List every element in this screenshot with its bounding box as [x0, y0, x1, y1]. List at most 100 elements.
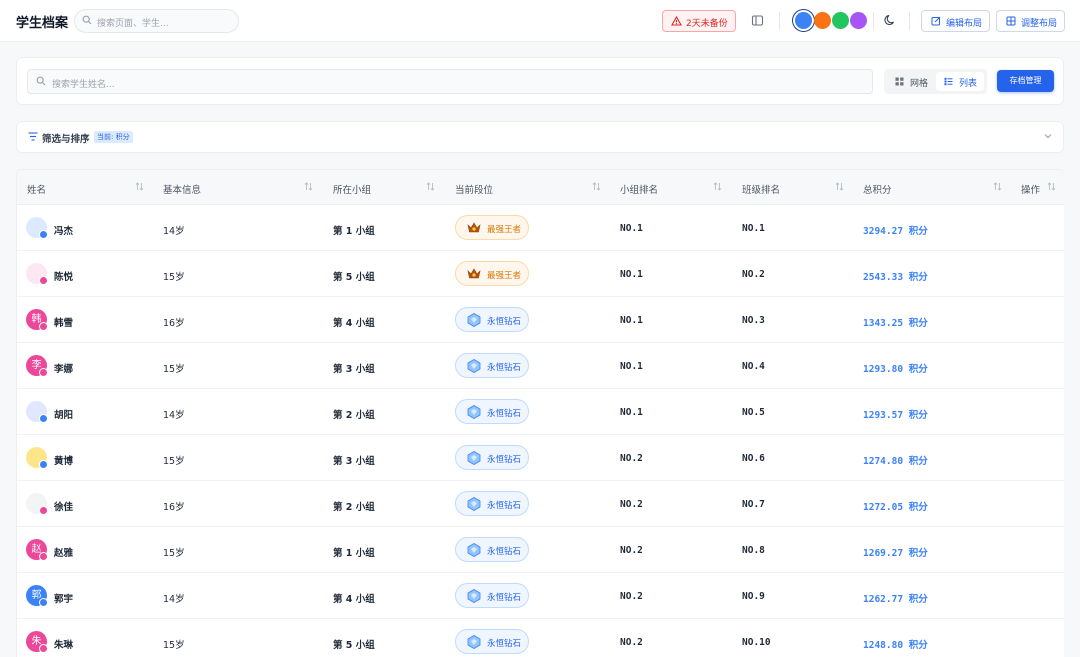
rank-tier-badge: 永恒钻石	[455, 307, 529, 332]
adjust-layout-button[interactable]: 调整布局	[996, 10, 1065, 32]
student-name: 黄博	[54, 456, 74, 467]
divider	[909, 12, 910, 30]
sidebar-toggle-icon[interactable]	[751, 14, 764, 27]
backup-warning-badge[interactable]: 2天未备份	[662, 10, 736, 32]
student-age: 14岁	[163, 410, 185, 421]
diamond-tier-icon	[467, 543, 481, 557]
view-grid-option[interactable]: 网格	[887, 72, 935, 91]
table-row[interactable]: 赵赵雅 15岁第 1 小组 NO.2 NO.8 1269.27 积分 永恒钻石	[17, 527, 1064, 573]
grid-icon	[895, 77, 904, 86]
student-name: 胡阳	[54, 410, 74, 421]
gender-icon	[39, 368, 48, 377]
column-header[interactable]: 操作	[1021, 182, 1040, 196]
total-score: 1274.80 积分	[863, 456, 928, 467]
student-name: 冯杰	[54, 226, 74, 237]
student-group: 第 1 小组	[333, 226, 375, 237]
student-name: 徐佳	[54, 502, 74, 513]
gender-icon	[39, 598, 48, 607]
column-header[interactable]: 小组排名	[620, 182, 658, 196]
theme-color-swatch[interactable]	[795, 12, 812, 29]
total-score: 3294.27 积分	[863, 226, 928, 237]
column-header[interactable]: 总积分	[863, 182, 892, 196]
sort-icon[interactable]	[1047, 182, 1056, 191]
rank-tier-badge: 永恒钻石	[455, 583, 529, 608]
rank-tier-label: 永恒钻石	[487, 409, 522, 419]
edit-layout-label: 编辑布局	[946, 19, 983, 29]
filter-card[interactable]	[16, 121, 1064, 153]
student-age: 15岁	[163, 456, 185, 467]
table-row[interactable]: 朱朱琳 15岁第 5 小组 NO.2 NO.10 1248.80 积分 永恒钻石	[17, 619, 1064, 657]
total-score: 1293.57 积分	[863, 410, 928, 421]
student-group: 第 4 小组	[333, 594, 375, 605]
group-rank: NO.1	[620, 269, 643, 280]
table-row[interactable]: 陈悦 15岁 第 5 小组 NO.1 NO.2 2543.33 积分 最强王者	[17, 251, 1064, 297]
sort-icon[interactable]	[135, 182, 144, 191]
student-group: 第 4 小组	[333, 318, 375, 329]
column-header[interactable]: 班级排名	[742, 182, 780, 196]
rank-tier-label: 最强王者	[487, 225, 522, 235]
student-group: 第 1 小组	[333, 548, 375, 559]
gender-icon	[39, 276, 48, 285]
student-age: 14岁	[163, 226, 185, 237]
class-rank: NO.10	[742, 637, 771, 648]
group-rank: NO.2	[620, 637, 643, 648]
gender-icon	[39, 230, 48, 239]
total-score: 1248.80 积分	[863, 640, 928, 651]
sort-icon[interactable]	[426, 182, 435, 191]
page-title: 学生档案	[16, 16, 69, 31]
sort-icon[interactable]	[592, 182, 601, 191]
table-row[interactable]: 黄博 15岁 第 3 小组 NO.2 NO.6 1274.80 积分 永恒钻石	[17, 435, 1064, 481]
table-row[interactable]: 李李娜 15岁第 3 小组 NO.1 NO.4 1293.80 积分 永恒钻石	[17, 343, 1064, 389]
table-row[interactable]: 徐佳 16岁 第 2 小组 NO.2 NO.7 1272.05 积分 永恒钻石	[17, 481, 1064, 527]
student-name: 陈悦	[54, 272, 74, 283]
student-age: 14岁	[163, 594, 185, 605]
divider	[779, 12, 780, 30]
chevron-down-icon[interactable]	[1043, 131, 1053, 141]
table-row[interactable]: 韩韩雪 16岁第 4 小组 NO.1 NO.3 1343.25 积分 永恒钻石	[17, 297, 1064, 343]
dark-mode-icon[interactable]	[883, 13, 897, 27]
group-rank: NO.1	[620, 315, 643, 326]
sort-icon[interactable]	[835, 182, 844, 191]
gender-icon	[39, 644, 48, 653]
column-header[interactable]: 姓名	[27, 182, 46, 196]
column-header[interactable]: 基本信息	[163, 182, 201, 196]
search-icon	[36, 76, 46, 86]
class-rank: NO.5	[742, 407, 765, 418]
class-rank: NO.4	[742, 361, 765, 372]
rank-tier-label: 永恒钻石	[487, 455, 522, 465]
view-list-option[interactable]: 列表	[936, 72, 984, 91]
edit-layout-button[interactable]: 编辑布局	[921, 10, 990, 32]
table-header: 姓名 基本信息 所在小组 当前段位 小组排名 班级排名 总积分 操作	[17, 170, 1064, 205]
gender-icon	[39, 414, 48, 423]
total-score: 1343.25 积分	[863, 318, 928, 329]
total-score: 1293.80 积分	[863, 364, 928, 375]
group-rank: NO.2	[620, 453, 643, 464]
list-icon	[944, 77, 953, 86]
gender-icon	[39, 506, 48, 515]
sort-icon[interactable]	[713, 182, 722, 191]
rank-tier-label: 永恒钻石	[487, 639, 522, 649]
column-header[interactable]: 所在小组	[333, 182, 371, 196]
theme-color-swatch[interactable]	[850, 12, 867, 29]
view-grid-label: 网格	[910, 79, 929, 89]
column-header[interactable]: 当前段位	[455, 182, 493, 196]
view-list-label: 列表	[959, 79, 978, 89]
table-row[interactable]: 胡阳 14岁 第 2 小组 NO.1 NO.5 1293.57 积分 永恒钻石	[17, 389, 1064, 435]
student-group: 第 5 小组	[333, 272, 375, 283]
view-mode-toggle: 网格 列表	[884, 69, 987, 94]
theme-color-swatch[interactable]	[814, 12, 831, 29]
sort-icon[interactable]	[993, 182, 1002, 191]
sort-icon[interactable]	[304, 182, 313, 191]
table-row[interactable]: 郭郭宇 14岁第 4 小组 NO.2 NO.9 1262.77 积分 永恒钻石	[17, 573, 1064, 619]
rank-tier-label: 永恒钻石	[487, 593, 522, 603]
class-rank: NO.6	[742, 453, 765, 464]
table-row[interactable]: 冯杰 14岁 第 1 小组 NO.1 NO.1 3294.27 积分 最强王者	[17, 205, 1064, 251]
student-search-input[interactable]: 搜索学生姓名...	[27, 69, 873, 94]
gender-icon	[39, 552, 48, 561]
student-group: 第 3 小组	[333, 364, 375, 375]
adjust-layout-label: 调整布局	[1021, 19, 1058, 29]
global-search-input[interactable]: 搜索页面、学生...	[74, 9, 239, 33]
group-rank: NO.1	[620, 407, 643, 418]
theme-color-swatch[interactable]	[832, 12, 849, 29]
archive-management-button[interactable]: 存档管理	[997, 70, 1054, 92]
